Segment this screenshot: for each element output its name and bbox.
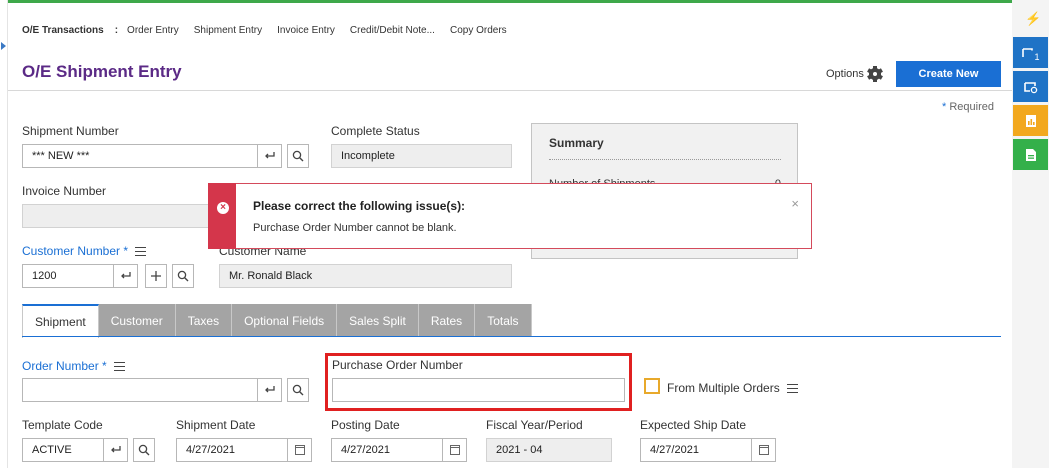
shipment-search-button[interactable] xyxy=(287,144,309,168)
search-icon xyxy=(138,444,150,456)
calendar-icon[interactable] xyxy=(442,439,466,461)
breadcrumb-root[interactable]: O/E Transactions xyxy=(22,25,104,36)
lightning-icon[interactable]: ⚡ xyxy=(1025,11,1041,27)
options-label[interactable]: Options xyxy=(826,68,864,80)
customer-number-label: Customer Number * xyxy=(22,244,147,258)
from-multiple-orders-checkbox[interactable] xyxy=(644,378,660,394)
error-alert: × Please correct the following issue(s):… xyxy=(208,183,812,249)
search-icon xyxy=(292,150,304,162)
alert-message: Purchase Order Number cannot be blank. xyxy=(253,222,457,234)
tab-customer[interactable]: Customer xyxy=(98,304,176,337)
add-customer-button[interactable] xyxy=(145,264,167,288)
report-icon xyxy=(1025,114,1036,127)
header-divider xyxy=(8,90,1012,91)
shipment-date-label: Shipment Date xyxy=(176,418,256,432)
history-button[interactable] xyxy=(1013,71,1048,102)
template-search-button[interactable] xyxy=(133,438,155,462)
breadcrumb: O/E Transactions : Order Entry Shipment … xyxy=(22,23,522,37)
posting-date-label: Posting Date xyxy=(331,418,400,432)
from-multiple-orders-label: From Multiple Orders xyxy=(667,381,798,395)
calendar-icon[interactable] xyxy=(751,439,775,461)
error-bar xyxy=(208,183,236,249)
fiscal-year-period-field: 2021 - 04 xyxy=(486,438,612,462)
expected-ship-date-input[interactable]: 4/27/2021 xyxy=(640,438,776,462)
menu-icon[interactable] xyxy=(135,247,147,257)
summary-divider xyxy=(549,159,781,160)
tab-totals[interactable]: Totals xyxy=(475,304,532,337)
customer-name-field: Mr. Ronald Black xyxy=(219,264,512,288)
purchase-order-number-label: Purchase Order Number xyxy=(332,358,463,372)
notification-count: 1 xyxy=(1034,51,1040,62)
tab-rates[interactable]: Rates xyxy=(418,304,476,337)
complete-status-label: Complete Status xyxy=(331,124,420,138)
order-search-button[interactable] xyxy=(287,378,309,402)
alert-title: Please correct the following issue(s): xyxy=(253,199,466,213)
gear-icon[interactable] xyxy=(866,66,883,82)
menu-icon[interactable] xyxy=(113,362,125,372)
enter-icon[interactable] xyxy=(113,265,137,287)
create-new-button[interactable]: Create New xyxy=(896,61,1001,87)
breadcrumb-credit-debit-note[interactable]: Credit/Debit Note... xyxy=(350,25,435,36)
search-icon xyxy=(177,270,189,282)
menu-icon[interactable] xyxy=(786,384,798,394)
tab-optional-fields[interactable]: Optional Fields xyxy=(232,304,338,337)
calendar-icon[interactable] xyxy=(287,439,311,461)
expected-ship-date-label: Expected Ship Date xyxy=(640,418,747,432)
error-icon: × xyxy=(217,202,229,214)
order-number-input[interactable] xyxy=(22,378,282,402)
plus-icon xyxy=(151,271,161,281)
reports-button[interactable] xyxy=(1013,105,1048,136)
page-title: O/E Shipment Entry xyxy=(22,62,182,81)
tab-shipment[interactable]: Shipment xyxy=(22,304,99,338)
export-button[interactable] xyxy=(1013,139,1048,170)
options-menu[interactable]: Options xyxy=(826,66,883,82)
complete-status-field: Incomplete xyxy=(331,144,512,168)
order-number-label: Order Number * xyxy=(22,359,125,373)
tab-underline xyxy=(22,336,1001,337)
breadcrumb-invoice-entry[interactable]: Invoice Entry xyxy=(277,25,335,36)
invoice-number-label: Invoice Number xyxy=(22,184,107,198)
shipment-number-label: Shipment Number xyxy=(22,124,119,138)
shipment-number-input[interactable]: *** NEW *** xyxy=(22,144,282,168)
breadcrumb-shipment-entry[interactable]: Shipment Entry xyxy=(194,25,262,36)
top-accent-bar xyxy=(8,0,1012,3)
template-code-label: Template Code xyxy=(22,418,103,432)
windows-button[interactable]: 1 xyxy=(1013,37,1048,68)
customer-search-button[interactable] xyxy=(172,264,194,288)
window-clock-icon xyxy=(1023,81,1037,93)
tab-taxes[interactable]: Taxes xyxy=(175,304,233,337)
enter-icon[interactable] xyxy=(257,145,281,167)
side-toolbar: ⚡ 1 xyxy=(1012,0,1049,468)
customer-number-input[interactable]: 1200 xyxy=(22,264,138,288)
breadcrumb-separator: : xyxy=(114,24,119,36)
breadcrumb-order-entry[interactable]: Order Entry xyxy=(127,25,179,36)
posting-date-input[interactable]: 4/27/2021 xyxy=(331,438,467,462)
tab-sales-split[interactable]: Sales Split xyxy=(337,304,419,337)
tab-bar: Shipment Customer Taxes Optional Fields … xyxy=(22,304,532,338)
required-note: * Required xyxy=(942,101,994,113)
invoice-number-field xyxy=(22,204,212,228)
enter-icon[interactable] xyxy=(257,379,281,401)
enter-icon[interactable] xyxy=(103,439,127,461)
expand-arrow-icon[interactable] xyxy=(1,42,6,50)
breadcrumb-copy-orders[interactable]: Copy Orders xyxy=(450,25,507,36)
summary-title: Summary xyxy=(549,136,604,150)
shipment-date-input[interactable]: 4/27/2021 xyxy=(176,438,312,462)
left-rail[interactable] xyxy=(0,0,8,468)
document-icon xyxy=(1025,148,1036,161)
template-code-input[interactable]: ACTIVE xyxy=(22,438,128,462)
close-icon[interactable]: × xyxy=(791,196,799,211)
search-icon xyxy=(292,384,304,396)
purchase-order-number-input[interactable] xyxy=(332,378,625,402)
fiscal-year-period-label: Fiscal Year/Period xyxy=(486,418,583,432)
